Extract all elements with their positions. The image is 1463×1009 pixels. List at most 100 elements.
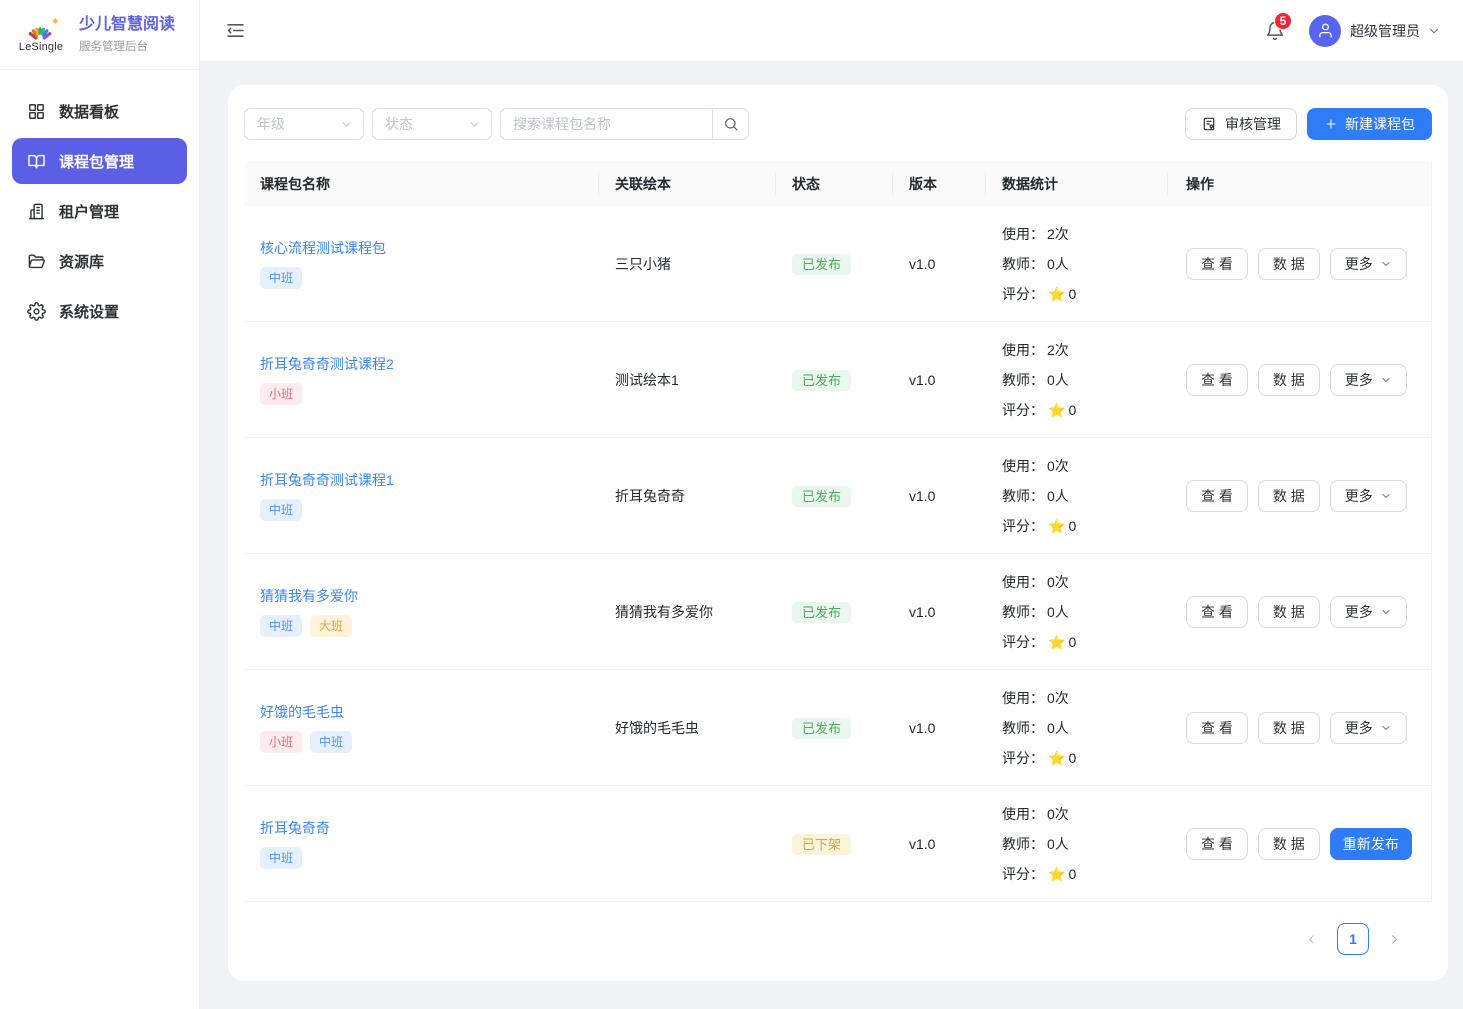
brand-logo: LeSingle [12,16,70,53]
more-button[interactable]: 更多 [1330,596,1407,628]
view-button[interactable]: 查 看 [1186,596,1248,628]
teachers-value: 0人 [1047,481,1069,511]
teachers-value: 0人 [1047,713,1069,743]
course-package-link[interactable]: 折耳兔奇奇 [260,818,330,838]
view-button[interactable]: 查 看 [1186,480,1248,512]
data-button[interactable]: 数 据 [1258,828,1320,860]
grade-tag: 小班 [260,383,302,406]
data-button[interactable]: 数 据 [1258,364,1320,396]
version-cell: v1.0 [893,836,986,852]
related-book-cell: 猜猜我有多爱你 [599,602,776,622]
more-button[interactable]: 更多 [1330,712,1407,744]
teachers-value: 0人 [1047,365,1069,395]
rating-value: 0 [1068,859,1076,889]
view-button[interactable]: 查 看 [1186,248,1248,280]
rating-value: 0 [1068,279,1076,309]
notification-bell[interactable]: 5 [1265,21,1285,41]
rating-stat: 评分：⭐0 [1002,627,1168,657]
more-button[interactable]: 更多 [1330,364,1407,396]
review-management-button[interactable]: 审核管理 [1185,108,1297,140]
rating-stat: 评分：⭐0 [1002,511,1168,541]
chevron-down-icon[interactable] [1427,24,1441,38]
more-button[interactable]: 更多 [1330,248,1407,280]
pagination-page-1[interactable]: 1 [1337,923,1369,955]
grade-tag: 小班 [260,731,302,754]
sidebar-item-label: 租户管理 [59,201,119,222]
teachers-stat: 教师：0人 [1002,597,1168,627]
version-cell: v1.0 [893,720,986,736]
brand-title: 少儿智慧阅读 [79,15,175,35]
data-button[interactable]: 数 据 [1258,248,1320,280]
sidebar-item-label: 课程包管理 [59,151,134,172]
teachers-value: 0人 [1047,249,1069,279]
course-package-link[interactable]: 猜猜我有多爱你 [260,586,358,606]
pagination-prev[interactable] [1304,932,1319,947]
status-filter-select[interactable]: 状态 [372,108,492,140]
related-book-cell: 测试绘本1 [599,370,776,390]
user-name: 超级管理员 [1350,21,1420,41]
course-package-link[interactable]: 好饿的毛毛虫 [260,702,344,722]
republish-button[interactable]: 重新发布 [1330,828,1412,860]
search-input[interactable] [500,108,712,140]
version-cell: v1.0 [893,604,986,620]
more-button-label: 更多 [1345,370,1373,390]
version-value: v1.0 [909,488,935,504]
actions-cell: 查 看数 据 更多 [1168,364,1432,396]
data-button[interactable]: 数 据 [1258,480,1320,512]
column-header-stats: 数据统计 [986,174,1168,194]
usage-value: 0次 [1047,799,1069,829]
more-button[interactable]: 更多 [1330,480,1407,512]
usage-label: 使用： [1002,799,1044,829]
menu-fold-icon[interactable] [225,20,246,41]
version-value: v1.0 [909,256,935,272]
rating-label: 评分： [1002,511,1044,541]
sidebar-item-tenant-management[interactable]: 租户管理 [12,188,187,234]
version-value: v1.0 [909,720,935,736]
course-name-cell: 折耳兔奇奇中班 [244,818,599,870]
course-name-cell: 好饿的毛毛虫小班中班 [244,702,599,754]
sidebar-item-dashboard[interactable]: 数据看板 [12,88,187,134]
teachers-stat: 教师：0人 [1002,481,1168,511]
teachers-label: 教师： [1002,597,1044,627]
course-package-link[interactable]: 折耳兔奇奇测试课程2 [260,354,394,374]
sidebar-item-system-settings[interactable]: 系统设置 [12,288,187,334]
course-package-link[interactable]: 折耳兔奇奇测试课程1 [260,470,394,490]
usage-stat: 使用：0次 [1002,451,1168,481]
rating-stat: 评分：⭐0 [1002,395,1168,425]
sidebar-menu: 数据看板课程包管理租户管理资源库系统设置 [0,70,199,356]
pagination: 1 [244,902,1432,955]
data-button[interactable]: 数 据 [1258,712,1320,744]
avatar[interactable] [1309,15,1341,47]
create-course-package-button[interactable]: 新建课程包 [1307,108,1432,140]
usage-value: 0次 [1047,451,1069,481]
teachers-stat: 教师：0人 [1002,249,1168,279]
stats-cell: 使用：2次教师：0人评分：⭐0 [986,219,1168,309]
table-row: 折耳兔奇奇中班已下架v1.0使用：0次教师：0人评分：⭐0查 看数 据重新发布 [244,786,1432,902]
status-cell: 已发布 [776,254,893,273]
teachers-label: 教师： [1002,249,1044,279]
status-cell: 已发布 [776,370,893,389]
view-button[interactable]: 查 看 [1186,828,1248,860]
sidebar-item-resource-library[interactable]: 资源库 [12,238,187,284]
rating-label: 评分： [1002,627,1044,657]
more-button-label: 更多 [1345,254,1373,274]
search-button[interactable] [712,108,749,140]
course-package-link[interactable]: 核心流程测试课程包 [260,238,386,258]
create-button-label: 新建课程包 [1345,114,1415,134]
view-button[interactable]: 查 看 [1186,712,1248,744]
column-header-name: 课程包名称 [244,174,599,194]
grade-filter-select[interactable]: 年级 [244,108,364,140]
sidebar-item-course-package-management[interactable]: 课程包管理 [12,138,187,184]
star-icon: ⭐ [1048,627,1065,657]
data-button[interactable]: 数 据 [1258,596,1320,628]
course-name-cell: 猜猜我有多爱你中班大班 [244,586,599,638]
pagination-next[interactable] [1387,932,1402,947]
brand-logo-icon [18,16,64,44]
more-button-label: 更多 [1345,602,1373,622]
search-group [500,108,749,140]
view-button[interactable]: 查 看 [1186,364,1248,396]
stats-cell: 使用：2次教师：0人评分：⭐0 [986,335,1168,425]
status-badge: 已发布 [792,486,851,507]
chevron-down-icon [1380,606,1392,618]
brand-text: 少儿智慧阅读 服务管理后台 [79,15,175,54]
